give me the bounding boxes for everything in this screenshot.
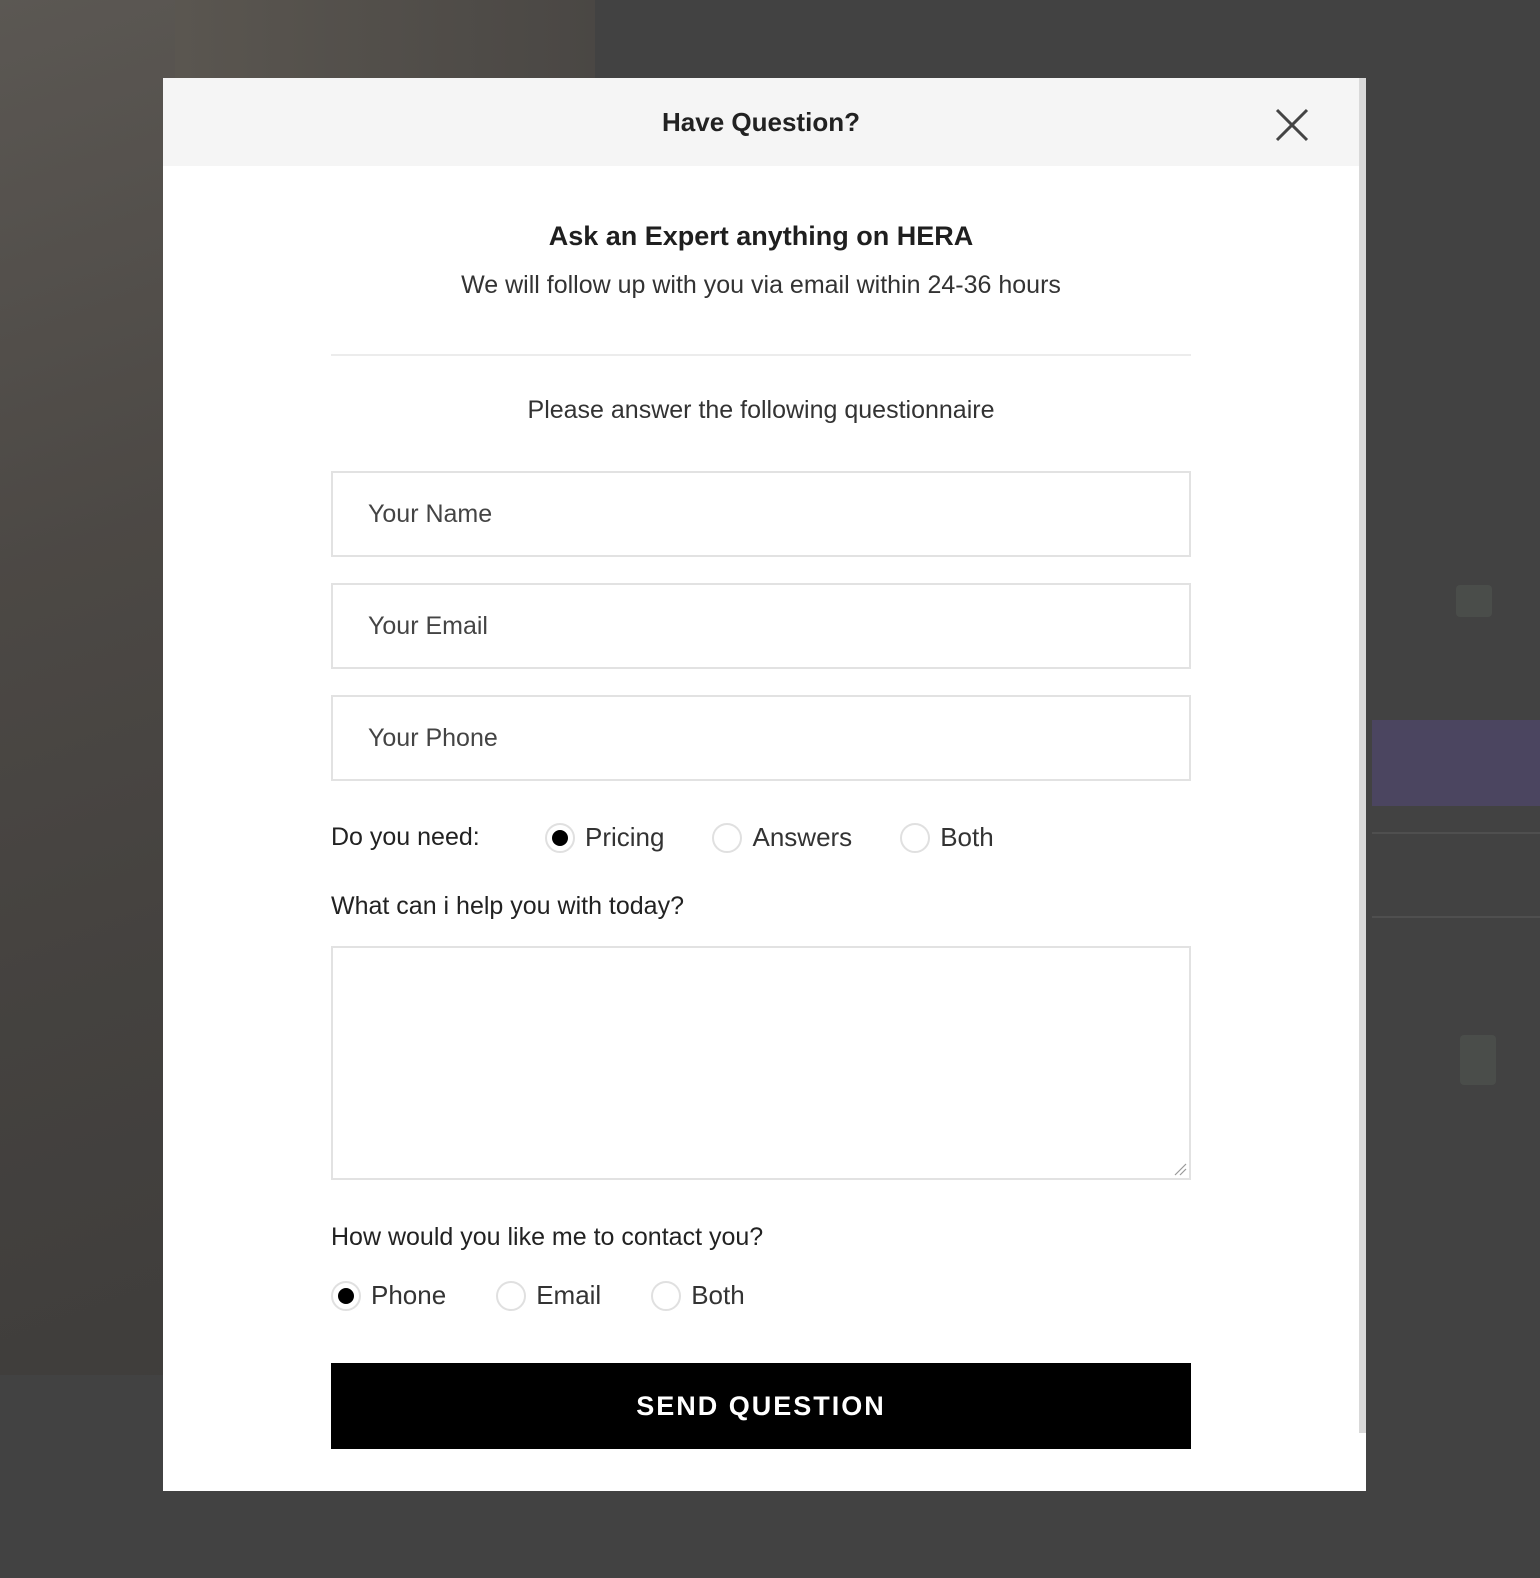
- contact-option-label: Email: [536, 1280, 602, 1310]
- question-modal: Have Question? Ask an Expert anything on…: [163, 78, 1366, 1491]
- close-button[interactable]: [1273, 106, 1311, 144]
- modal-title: Have Question?: [662, 106, 860, 137]
- background-badge-icon: [1460, 1035, 1496, 1085]
- questionnaire-text: Please answer the following questionnair…: [527, 396, 995, 424]
- need-option-label: Pricing: [585, 822, 665, 852]
- background-add-to-cart-button: [1372, 720, 1540, 806]
- background-buy-now-button: [1372, 832, 1540, 918]
- contact-option-label: Phone: [371, 1280, 447, 1310]
- name-field[interactable]: [331, 471, 1191, 557]
- need-label: Do you need:: [331, 823, 480, 851]
- divider: [331, 354, 1191, 356]
- message-textarea[interactable]: [331, 946, 1191, 1180]
- radio-checked-icon: [545, 822, 575, 853]
- radio-unchecked-icon: [900, 822, 931, 853]
- contact-option-label: Both: [691, 1280, 745, 1310]
- radio-unchecked-icon: [712, 822, 743, 853]
- modal-header: Have Question?: [163, 78, 1359, 166]
- help-label: What can i help you with today?: [331, 892, 684, 920]
- intro-title: Ask an Expert anything on HERA: [548, 221, 974, 251]
- radio-checked-icon: [331, 1280, 361, 1311]
- intro-subtitle: We will follow up with you via email wit…: [461, 271, 1061, 299]
- need-option-label: Answers: [752, 822, 853, 852]
- need-option-label: Both: [940, 822, 994, 852]
- email-field[interactable]: [331, 583, 1191, 669]
- radio-unchecked-icon: [651, 1280, 682, 1311]
- radio-unchecked-icon: [496, 1280, 527, 1311]
- contact-option-email[interactable]: Email: [496, 1280, 601, 1311]
- need-option-both[interactable]: Both: [900, 822, 994, 853]
- contact-radio-group: Phone Email Both: [331, 1280, 745, 1311]
- background-chat-icon: [1456, 585, 1492, 617]
- phone-field[interactable]: [331, 695, 1191, 781]
- contact-option-phone[interactable]: Phone: [331, 1280, 446, 1311]
- contact-label: How would you like me to contact you?: [331, 1223, 764, 1251]
- resize-grip-icon[interactable]: [1173, 1162, 1187, 1176]
- send-question-button[interactable]: SEND QUESTION: [331, 1363, 1191, 1449]
- need-option-answers[interactable]: Answers: [712, 822, 852, 853]
- contact-option-both[interactable]: Both: [651, 1280, 745, 1311]
- need-radio-group: Pricing Answers Both: [545, 822, 994, 853]
- background-product-photo: [0, 0, 175, 1375]
- background-photo-top: [175, 0, 595, 78]
- need-option-pricing[interactable]: Pricing: [545, 822, 664, 853]
- modal-scrollbar[interactable]: [1359, 78, 1366, 1433]
- close-icon: [1275, 108, 1309, 142]
